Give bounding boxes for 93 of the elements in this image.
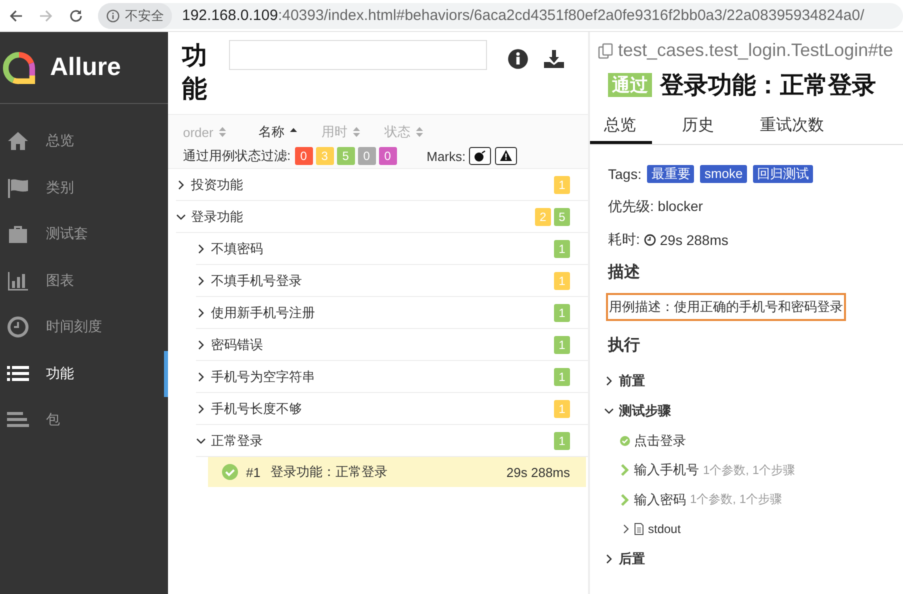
count-badge: 5 bbox=[554, 208, 570, 226]
group-name: 投资功能 bbox=[191, 176, 244, 194]
tree-group-row[interactable]: 手机号为空字符串 1 bbox=[196, 361, 588, 393]
duration-label: 耗时: bbox=[608, 230, 640, 248]
count-badge: 1 bbox=[554, 368, 570, 386]
section-heading: 描述 bbox=[608, 262, 641, 283]
count-badge: 1 bbox=[554, 304, 570, 322]
tree-group-row[interactable]: 使用新手机号注册 1 bbox=[196, 297, 588, 329]
tab[interactable]: 总览 bbox=[590, 109, 652, 144]
logo-icon bbox=[2, 50, 36, 84]
test-duration: 29s 288ms bbox=[506, 464, 570, 480]
step-summary: 1个参数, 1个步骤 bbox=[690, 491, 782, 508]
sidebar-item[interactable]: 图表 bbox=[0, 258, 168, 304]
execution-section[interactable]: 前置 bbox=[604, 366, 903, 396]
tag: 最重要 bbox=[647, 164, 694, 182]
sidebar-item[interactable]: 总览 bbox=[0, 118, 168, 164]
priority-text: 优先级: blocker bbox=[608, 198, 703, 216]
sidebar-item[interactable]: 类别 bbox=[0, 164, 168, 211]
sidebar-item[interactable]: 时间刻度 bbox=[0, 304, 168, 350]
security-chip[interactable]: 不安全 bbox=[98, 2, 172, 28]
step-name: 输入手机号 bbox=[634, 461, 699, 480]
group-name: 不填密码 bbox=[211, 240, 264, 258]
count-badge: 1 bbox=[554, 272, 570, 290]
group-name: 正常登录 bbox=[211, 432, 264, 450]
execution-section[interactable]: 测试步骤 bbox=[604, 396, 903, 426]
section-title: 后置 bbox=[619, 550, 645, 568]
count-badge: 1 bbox=[554, 176, 570, 194]
tag: smoke bbox=[700, 164, 747, 182]
back-icon[interactable] bbox=[8, 8, 24, 24]
count-badge: 1 bbox=[554, 432, 570, 450]
step-summary: 1个参数, 1个步骤 bbox=[703, 462, 796, 479]
page-title: 功能 bbox=[182, 41, 207, 104]
group-name: 密码错误 bbox=[211, 336, 264, 354]
section-heading: 执行 bbox=[608, 336, 641, 356]
tags-label: Tags: bbox=[608, 166, 642, 182]
test-title: 登录功能：正常登录 bbox=[660, 71, 876, 101]
url-text: 192.168.0.109:40393/index.html#behaviors/6aca2cd4351f80ef2a0fe9316f2bb0a3/22a08395934824a0/ bbox=[182, 7, 864, 24]
test-name: 登录功能：正常登录 bbox=[270, 463, 388, 481]
group-name: 使用新手机号注册 bbox=[211, 304, 316, 322]
tree-group-row[interactable]: 手机号长度不够 1 bbox=[196, 393, 588, 425]
test-number: #1 bbox=[246, 464, 260, 480]
clock-icon bbox=[6, 315, 30, 340]
chevron-right-icon[interactable] bbox=[622, 524, 630, 534]
sidebar-item[interactable]: 功能 bbox=[0, 350, 168, 397]
file-icon bbox=[634, 523, 644, 536]
count-badge: 2 bbox=[535, 208, 551, 226]
tab[interactable]: 历史 bbox=[666, 109, 730, 144]
tab[interactable]: 重试次数 bbox=[744, 109, 840, 144]
execution-section[interactable]: 后置 bbox=[604, 544, 903, 574]
test-case-row[interactable]: #1 登录功能：正常登录 29s 288ms bbox=[208, 457, 586, 487]
tree-group-row[interactable]: 登录功能 2 5 bbox=[176, 201, 588, 233]
sidebar-item[interactable]: 包 bbox=[0, 397, 168, 444]
marks-label: Marks: bbox=[426, 148, 466, 164]
sort-icon bbox=[219, 127, 226, 137]
description-text: 用例描述：使用正确的手机号和密码登录 bbox=[606, 293, 846, 321]
copy-icon[interactable] bbox=[598, 42, 614, 58]
clock-icon bbox=[644, 234, 656, 246]
count-badge: 1 bbox=[554, 400, 570, 418]
count-badge: 1 bbox=[554, 240, 570, 258]
tree-group-row[interactable]: 不填手机号登录 1 bbox=[196, 265, 588, 297]
bomb-icon[interactable] bbox=[468, 147, 491, 165]
sidebar-item[interactable]: 测试套 bbox=[0, 211, 168, 258]
group-name: 登录功能 bbox=[191, 208, 244, 226]
warning-icon[interactable] bbox=[494, 147, 517, 165]
section-title: 前置 bbox=[619, 372, 645, 390]
sort-ascending-icon bbox=[290, 128, 298, 132]
logo-text: Allure bbox=[50, 53, 121, 82]
tree-group-row[interactable]: 密码错误 1 bbox=[196, 329, 588, 361]
status-badge: 通过 bbox=[608, 73, 652, 97]
attachment-name[interactable]: stdout bbox=[648, 522, 681, 536]
reload-icon[interactable] bbox=[68, 8, 84, 24]
info-icon[interactable] bbox=[507, 48, 529, 70]
test-path: test_cases.test_login.TestLogin#te bbox=[618, 40, 894, 61]
sort-icon bbox=[353, 127, 360, 137]
check-circle-icon bbox=[222, 464, 238, 480]
tree-group-row[interactable]: 不填密码 1 bbox=[196, 233, 588, 265]
group-name: 手机号长度不够 bbox=[211, 400, 303, 418]
duration-value: 29s 288ms bbox=[660, 232, 728, 248]
step-name: 输入密码 bbox=[634, 490, 686, 509]
group-name: 不填手机号登录 bbox=[211, 272, 303, 290]
address-bar[interactable]: 不安全 192.168.0.109:40393/index.html#behaviors/6aca2cd4351f80ef2a0fe9316f2bb0a3/22a08395934824a0/ bbox=[98, 2, 903, 28]
section-title: 测试步骤 bbox=[619, 402, 671, 420]
step-name: 点击登录 bbox=[634, 432, 686, 450]
filter-label: 通过用例状态过滤: bbox=[183, 147, 291, 165]
download-icon[interactable] bbox=[543, 48, 565, 70]
info-icon bbox=[106, 8, 120, 22]
tag: 回归测试 bbox=[752, 164, 813, 182]
tree-group-row[interactable]: 投资功能 1 bbox=[176, 169, 588, 201]
sort-column[interactable]: 名称 bbox=[258, 123, 298, 141]
group-name: 手机号为空字符串 bbox=[211, 368, 316, 386]
count-badge: 1 bbox=[554, 336, 570, 354]
search-field[interactable] bbox=[229, 40, 487, 70]
sort-icon bbox=[416, 127, 424, 137]
